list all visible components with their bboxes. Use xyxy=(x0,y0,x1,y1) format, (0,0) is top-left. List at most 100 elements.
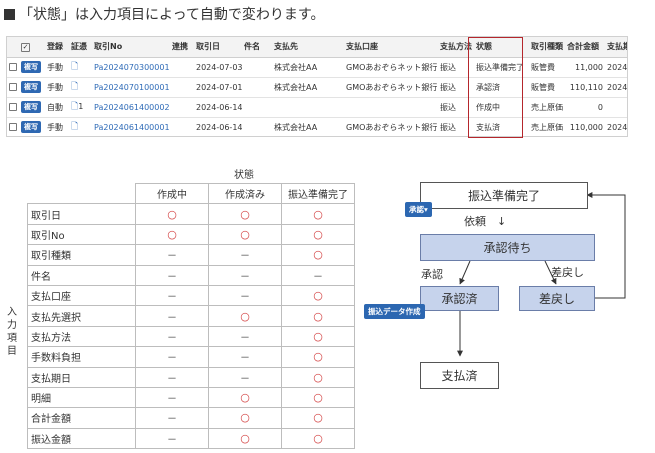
document-icon[interactable]: 🗋 xyxy=(71,59,78,75)
matrix-value-cell: － xyxy=(135,427,209,450)
matrix-value-cell: ○ xyxy=(281,346,355,368)
matrix-value-cell: － xyxy=(135,346,209,368)
header-date[interactable]: 取引日 xyxy=(194,37,242,58)
required-mark: ○ xyxy=(313,227,323,241)
transaction-no-link[interactable]: Pa2024070100001 xyxy=(92,77,170,98)
table-row[interactable]: 複写 手動 🗋 Pa2024070300001 2024-07-03 株式会社AA GMOあ… xyxy=(7,57,627,78)
not-required-mark: － xyxy=(240,271,250,283)
matrix-item-label: 明細 xyxy=(27,386,136,409)
table-row[interactable]: 複写 手動 🗋 Pa2024061400001 2024-06-14 株式会社AA GMOあ… xyxy=(7,117,627,136)
row-checkbox[interactable] xyxy=(7,57,19,78)
matrix-item-label: 取引日 xyxy=(27,203,136,225)
matrix-item-label: 手数料負担 xyxy=(27,346,136,368)
required-mark: ○ xyxy=(240,227,250,241)
header-amount[interactable]: 合計金額 xyxy=(565,37,605,58)
matrix-value-cell: ○ xyxy=(281,366,355,388)
matrix-value-cell: － xyxy=(281,264,355,286)
date-cell: 2024-07-03 xyxy=(194,57,242,78)
status-cell: 作成中 xyxy=(474,97,529,118)
header-method[interactable]: 支払方法 xyxy=(438,37,474,58)
header-evidence[interactable]: 証憑 xyxy=(69,37,92,58)
required-mark: ○ xyxy=(313,431,323,445)
required-mark: ○ xyxy=(240,309,250,323)
header-status[interactable]: 状態 xyxy=(474,37,529,58)
matrix-value-cell: ○ xyxy=(281,386,355,409)
row-checkbox[interactable] xyxy=(7,97,19,118)
evidence-cell[interactable]: 🗋1 xyxy=(69,97,92,118)
evidence-cell[interactable]: 🗋 xyxy=(69,77,92,98)
matrix-row: 振込金額 － ○ ○ xyxy=(27,427,355,450)
method-cell: 振込 xyxy=(438,77,474,98)
matrix-corner xyxy=(27,183,136,205)
flow-request-label: 依頼 ↓ xyxy=(464,215,507,228)
status-cell: 承認済 xyxy=(474,77,529,98)
header-no[interactable]: 取引No xyxy=(92,37,170,58)
matrix-state-label: 状態 xyxy=(234,170,254,181)
required-mark: ○ xyxy=(313,207,323,221)
transaction-no-link[interactable]: Pa2024061400002 xyxy=(92,97,170,118)
matrix-row: 支払先選択 － ○ ○ xyxy=(27,305,355,327)
select-all-checkbox[interactable]: ✓ xyxy=(19,37,45,58)
evidence-cell[interactable]: 🗋 xyxy=(69,57,92,78)
required-mark: ○ xyxy=(313,370,323,384)
not-required-mark: － xyxy=(167,414,177,426)
flow-paid-box: 支払済 xyxy=(420,362,499,389)
payee-cell: 株式会社AA xyxy=(272,57,344,78)
matrix-row: 明細 － ○ ○ xyxy=(27,386,355,409)
flow-sentback-box: 差戻し xyxy=(519,286,595,311)
matrix-row: 手数料負担 － － ○ xyxy=(27,346,355,368)
document-icon[interactable]: 🗋 xyxy=(71,79,78,95)
not-required-mark: － xyxy=(167,332,177,344)
header-subject[interactable]: 件名 xyxy=(242,37,272,58)
not-required-mark: － xyxy=(167,251,177,263)
document-icon[interactable]: 🗋 xyxy=(71,119,78,135)
date-cell: 2024-06-14 xyxy=(194,117,242,136)
matrix-value-cell: － xyxy=(208,325,282,348)
required-mark: ○ xyxy=(240,411,250,425)
copy-button[interactable]: 複写 xyxy=(19,77,45,98)
table-row[interactable]: 複写 自動 🗋1 Pa2024061400002 2024-06-14 振込 作成中 売上原価… xyxy=(7,97,627,118)
header-link[interactable]: 連携 xyxy=(170,37,194,58)
matrix-value-cell: ○ xyxy=(281,244,355,266)
header-payee[interactable]: 支払先 xyxy=(272,37,344,58)
flow-sendback-label: 差戻し xyxy=(551,266,584,279)
input-matrix: 作成中 作成済み 振込準備完了 取引日 ○ ○ ○ 取引No ○ ○ ○ 取引種類 － － ○ 件名 － －… xyxy=(27,182,355,450)
row-checkbox[interactable] xyxy=(7,77,19,98)
required-mark: ○ xyxy=(313,248,323,262)
matrix-value-cell: － xyxy=(208,264,282,286)
copy-button[interactable]: 複写 xyxy=(19,57,45,78)
not-required-mark: － xyxy=(167,434,177,446)
matrix-value-cell: － xyxy=(135,407,209,429)
transaction-no-link[interactable]: Pa2024061400001 xyxy=(92,117,170,136)
required-mark: ○ xyxy=(313,309,323,323)
table-row[interactable]: 複写 手動 🗋 Pa2024070100001 2024-07-01 株式会社AA GMOあ… xyxy=(7,77,627,98)
matrix-value-cell: － xyxy=(208,244,282,266)
header-due[interactable]: 支払期日 xyxy=(605,37,627,58)
evidence-cell[interactable]: 🗋 xyxy=(69,117,92,136)
header-account[interactable]: 支払口座 xyxy=(344,37,438,58)
copy-button[interactable]: 複写 xyxy=(19,97,45,118)
required-mark: ○ xyxy=(167,227,177,241)
matrix-side-label: 入力項目 xyxy=(7,307,17,357)
subject-cell xyxy=(242,117,272,136)
matrix-value-cell: － xyxy=(135,244,209,266)
header-reg[interactable]: 登録 xyxy=(45,37,69,58)
transaction-no-link[interactable]: Pa2024070300001 xyxy=(92,57,170,78)
approve-dropdown-button[interactable]: 承認▾ xyxy=(405,202,432,217)
matrix-value-cell: － xyxy=(135,264,209,286)
link-cell xyxy=(170,97,194,118)
matrix-row: 取引種類 － － ○ xyxy=(27,244,355,266)
header-spacer xyxy=(7,37,19,58)
row-checkbox[interactable] xyxy=(7,117,19,136)
create-transfer-data-button[interactable]: 振込データ作成 xyxy=(364,304,425,319)
subject-cell xyxy=(242,57,272,78)
reg-cell: 自動 xyxy=(45,97,69,118)
matrix-value-cell: － xyxy=(208,346,282,368)
copy-button[interactable]: 複写 xyxy=(19,117,45,136)
matrix-value-cell: ○ xyxy=(208,305,282,327)
header-type[interactable]: 取引種類 xyxy=(529,37,565,58)
matrix-value-cell: － xyxy=(208,366,282,388)
matrix-value-cell: － xyxy=(208,284,282,307)
date-cell: 2024-07-01 xyxy=(194,77,242,98)
not-required-mark: － xyxy=(240,373,250,385)
